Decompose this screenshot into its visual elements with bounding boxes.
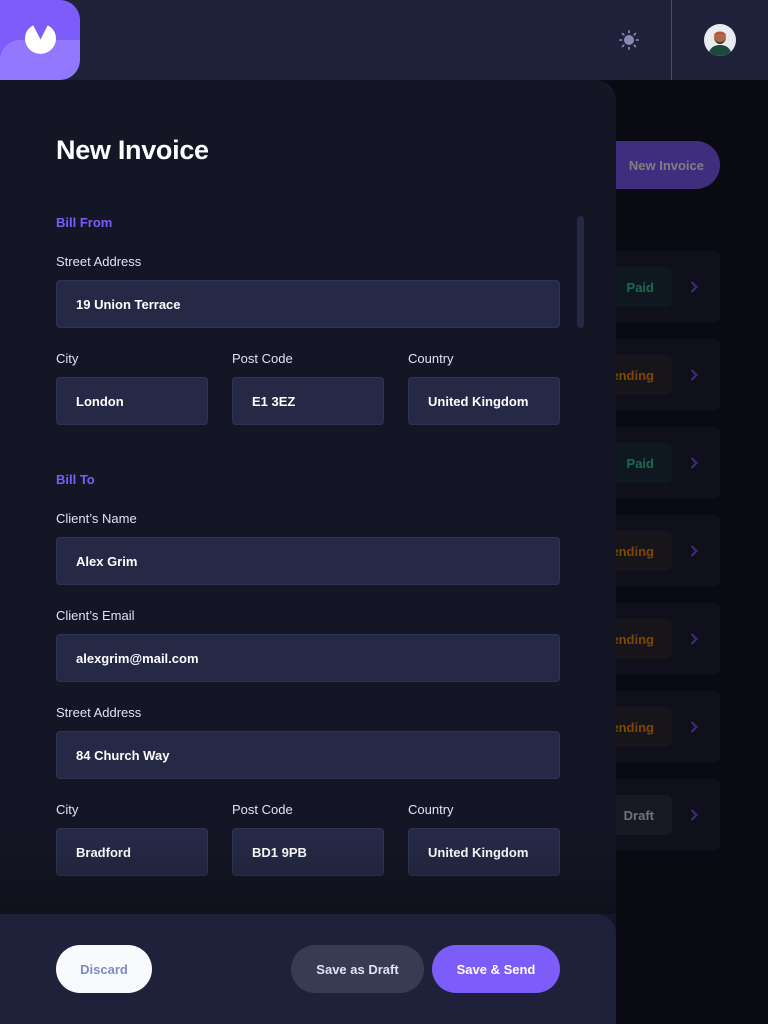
from-country-input[interactable]: United Kingdom bbox=[408, 377, 560, 425]
from-city-label: City bbox=[56, 351, 79, 366]
bill-to-heading: Bill To bbox=[56, 472, 95, 487]
app-header bbox=[0, 0, 768, 80]
from-postcode-label: Post Code bbox=[232, 351, 293, 366]
save-draft-button[interactable]: Save as Draft bbox=[291, 945, 424, 993]
client-email-label: Client’s Email bbox=[56, 608, 135, 623]
from-street-label: Street Address bbox=[56, 254, 142, 269]
to-street-label: Street Address bbox=[56, 705, 142, 720]
page-title: New Invoice bbox=[56, 135, 209, 165]
avatar[interactable] bbox=[704, 24, 736, 56]
client-email-input[interactable]: alexgrim@mail.com bbox=[56, 634, 560, 682]
to-postcode-label: Post Code bbox=[232, 802, 293, 817]
theme-toggle-button[interactable] bbox=[614, 26, 644, 54]
to-country-label: Country bbox=[408, 802, 454, 817]
user-avatar-image bbox=[704, 24, 736, 56]
from-postcode-input[interactable]: E1 3EZ bbox=[232, 377, 384, 425]
discard-button[interactable]: Discard bbox=[56, 945, 152, 993]
from-city-input[interactable]: London bbox=[56, 377, 208, 425]
scrollbar[interactable] bbox=[577, 216, 584, 328]
to-street-input[interactable]: 84 Church Way bbox=[56, 731, 560, 779]
logo-icon bbox=[25, 25, 56, 54]
new-invoice-drawer: New Invoice Bill From Street Address 19 … bbox=[0, 80, 616, 1024]
from-country-label: Country bbox=[408, 351, 454, 366]
drawer-footer: Discard Save as Draft Save & Send bbox=[0, 914, 616, 1024]
to-city-input[interactable]: Bradford bbox=[56, 828, 208, 876]
header-divider bbox=[671, 0, 672, 80]
logo[interactable] bbox=[0, 0, 80, 80]
from-street-input[interactable]: 19 Union Terrace bbox=[56, 280, 560, 328]
to-country-input[interactable]: United Kingdom bbox=[408, 828, 560, 876]
save-send-button[interactable]: Save & Send bbox=[432, 945, 560, 993]
to-city-label: City bbox=[56, 802, 79, 817]
sun-icon bbox=[619, 30, 639, 50]
bill-from-heading: Bill From bbox=[56, 215, 113, 230]
client-name-label: Client’s Name bbox=[56, 511, 137, 526]
to-postcode-input[interactable]: BD1 9PB bbox=[232, 828, 384, 876]
client-name-input[interactable]: Alex Grim bbox=[56, 537, 560, 585]
